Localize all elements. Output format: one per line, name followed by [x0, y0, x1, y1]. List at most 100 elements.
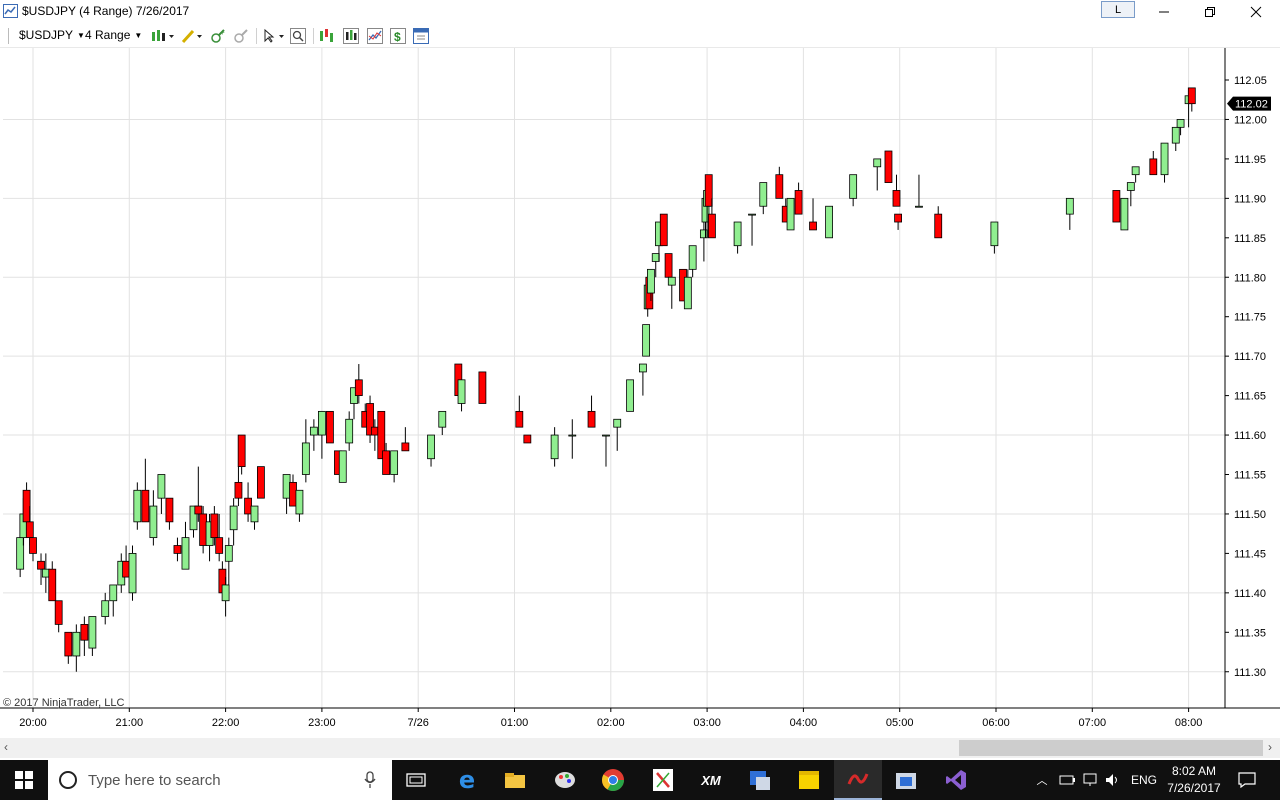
zoom-in-icon[interactable]: +	[209, 27, 227, 45]
candle	[667, 276, 676, 309]
xm-icon: XM	[701, 772, 721, 788]
candle-body	[626, 379, 634, 412]
candle-body	[181, 537, 190, 570]
tray-wifi[interactable]	[1081, 760, 1099, 800]
candle	[1065, 197, 1074, 230]
candle	[22, 482, 31, 523]
candle	[54, 600, 63, 633]
candle-body	[326, 410, 334, 444]
minimize-button[interactable]	[1141, 0, 1187, 24]
scroll-left-arrow[interactable]: ‹	[4, 740, 8, 754]
candle-body	[54, 600, 63, 625]
edge-app[interactable]: e	[443, 760, 491, 800]
y-tick-label: 111.60	[1234, 430, 1266, 442]
strategies-icon[interactable]	[342, 27, 360, 45]
restore-button[interactable]	[1187, 0, 1233, 24]
sticky-notes-app[interactable]	[785, 760, 833, 800]
templates-icon[interactable]	[366, 27, 384, 45]
candle	[250, 505, 259, 530]
candle-body	[667, 276, 676, 286]
y-tick-label: 111.55	[1234, 470, 1266, 482]
svg-text:+: +	[220, 28, 225, 37]
candle	[173, 537, 182, 562]
candle	[1126, 182, 1135, 207]
close-button[interactable]	[1233, 0, 1279, 24]
paint-app[interactable]	[541, 760, 589, 800]
candle-body	[587, 410, 596, 428]
candle	[699, 222, 708, 262]
bar-type-icon[interactable]	[150, 27, 176, 45]
instrument-selector[interactable]: $USDJPY ▼	[19, 28, 85, 42]
drawing-tool-icon[interactable]	[180, 27, 204, 45]
file-explorer-app[interactable]	[491, 760, 539, 800]
candle	[72, 624, 81, 672]
candle	[478, 371, 487, 404]
y-tick-label: 111.50	[1234, 509, 1266, 521]
candle-body	[1187, 87, 1196, 105]
candle-body	[257, 466, 265, 499]
candle	[748, 213, 756, 246]
candle-body	[338, 450, 347, 483]
x-app[interactable]	[639, 760, 687, 800]
candle-body	[1065, 197, 1074, 215]
candle-body	[688, 245, 697, 270]
time-axis: 20:00 21:00 22:00 23:00 7/26 01:00 02:00 03:00 0…	[0, 707, 1280, 729]
link-button[interactable]: L	[1101, 1, 1135, 18]
action-center-button[interactable]	[1236, 760, 1258, 800]
candle-body	[295, 489, 304, 515]
chart-panel[interactable]: 112.05 112.00 111.95 111.90 111.85 111.80 111.…	[0, 48, 1280, 738]
candle-body	[80, 624, 89, 641]
store-app[interactable]	[882, 760, 930, 800]
candle-body	[809, 221, 817, 231]
scrollbar-thumb[interactable]	[959, 740, 1263, 756]
candle	[122, 545, 130, 578]
tray-volume[interactable]	[1104, 760, 1122, 800]
candle	[775, 166, 784, 199]
search-icon[interactable]	[289, 27, 307, 45]
candle	[587, 395, 596, 428]
taskbar-search-input[interactable]: Type here to search	[48, 760, 392, 800]
candle-body	[101, 600, 110, 617]
candle-body	[427, 434, 435, 460]
cursor-icon[interactable]	[261, 27, 287, 45]
language-indicator[interactable]: ENG	[1130, 760, 1158, 800]
candle-body	[173, 545, 182, 554]
candle	[345, 411, 354, 451]
candle-body	[1112, 190, 1121, 223]
candle	[626, 379, 634, 412]
horizontal-scrollbar[interactable]: ‹ ›	[0, 738, 1280, 758]
window-title: $USDJPY (4 Range) 7/26/2017	[22, 4, 190, 18]
ninjatrader-app[interactable]	[834, 760, 882, 800]
xm-app[interactable]: XM	[687, 760, 735, 800]
show-hidden-icons[interactable]: ︿	[1034, 760, 1050, 800]
period-selector[interactable]: 4 Range ▼	[85, 28, 142, 42]
properties-icon[interactable]	[412, 27, 430, 45]
candle	[1160, 142, 1169, 183]
indicators-icon[interactable]	[318, 27, 336, 45]
candle-body	[41, 568, 50, 578]
candle	[234, 466, 243, 507]
scroll-right-arrow[interactable]: ›	[1268, 740, 1272, 754]
chrome-app[interactable]	[589, 760, 637, 800]
candle-body	[317, 410, 326, 436]
app-logo-icon	[3, 4, 18, 18]
candle-body	[157, 474, 166, 499]
task-view-button[interactable]	[392, 760, 440, 800]
taskbar-clock[interactable]: 8:02 AM 7/26/2017	[1158, 763, 1230, 797]
x-tick-label: 05:00	[886, 717, 914, 729]
tray-network[interactable]	[1058, 760, 1076, 800]
start-button[interactable]	[0, 760, 48, 800]
candle	[990, 221, 999, 254]
zoom-out-icon[interactable]	[232, 27, 250, 45]
candle	[29, 537, 37, 562]
candle	[934, 206, 943, 239]
candle-body	[370, 426, 379, 436]
price-chart[interactable]: 112.05 112.00 111.95 111.90 111.85 111.80 111.…	[0, 48, 1280, 738]
generic-app[interactable]	[736, 760, 784, 800]
candle-body	[699, 229, 708, 239]
visual-studio-app[interactable]	[932, 760, 980, 800]
candle-body	[825, 205, 833, 239]
chart-trader-icon[interactable]: $	[389, 27, 407, 45]
x-tick-label: 07:00	[1079, 717, 1107, 729]
candle-body	[109, 584, 118, 602]
